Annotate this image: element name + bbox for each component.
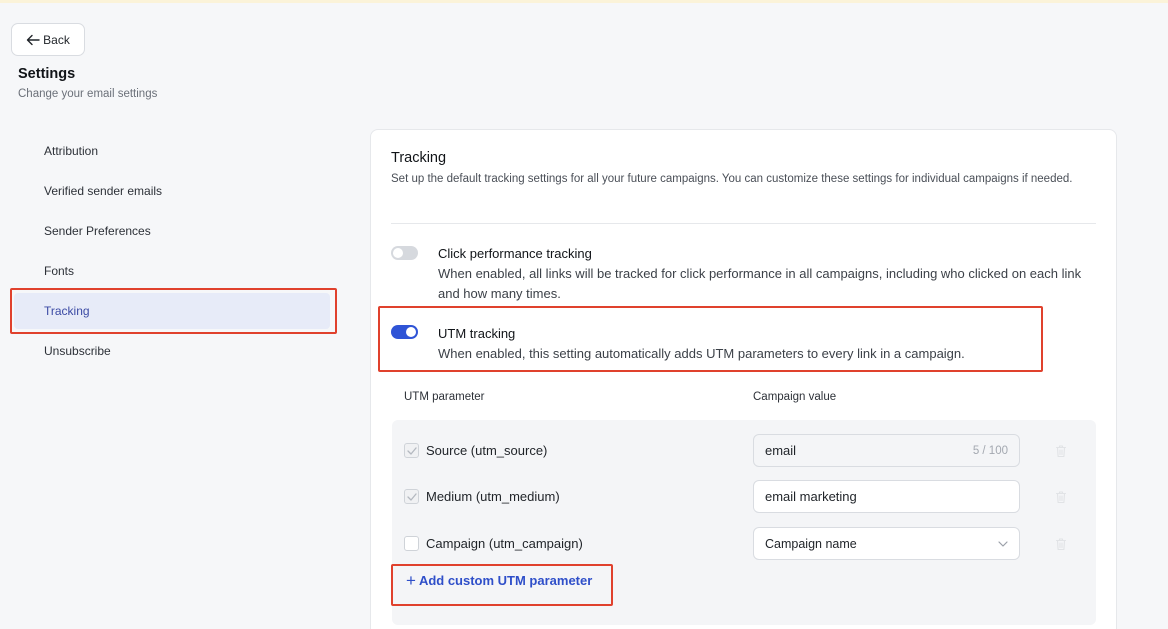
utm-medium-value-input[interactable]: email marketing	[753, 480, 1020, 513]
back-button[interactable]: Back	[11, 23, 85, 56]
character-counter: 5 / 100	[972, 444, 1008, 457]
sidebar-item-attribution[interactable]: Attribution	[14, 133, 330, 169]
add-custom-utm-parameter-label: Add custom UTM parameter	[418, 573, 593, 588]
section-title: Tracking	[391, 150, 447, 166]
utm-tracking-description: When enabled, this setting automatically…	[438, 346, 965, 361]
sidebar-item-label: Tracking	[44, 304, 90, 318]
utm-tracking-title: UTM tracking	[438, 326, 516, 341]
back-button-label: Back	[43, 32, 70, 47]
click-tracking-description: When enabled, all links will be tracked …	[438, 266, 1082, 301]
trash-icon[interactable]	[1053, 489, 1069, 505]
click-tracking-title: Click performance tracking	[438, 246, 592, 261]
utm-parameter-column-header: UTM parameter	[404, 391, 485, 403]
sidebar-item-label: Attribution	[44, 144, 99, 158]
sidebar-item-sender-preferences[interactable]: Sender Preferences	[14, 213, 330, 249]
sidebar-item-label: Fonts	[44, 264, 75, 278]
sidebar-item-fonts[interactable]: Fonts	[14, 253, 330, 289]
utm-campaign-value-select[interactable]: Campaign name	[753, 527, 1020, 560]
sidebar-item-tracking[interactable]: Tracking	[14, 293, 330, 329]
check-icon	[406, 492, 417, 501]
click-tracking-toggle[interactable]	[391, 246, 418, 260]
toggle-knob	[406, 327, 416, 337]
page-title: Settings	[18, 66, 76, 82]
sidebar-item-verified-sender-emails[interactable]: Verified sender emails	[14, 173, 330, 209]
toggle-knob	[393, 248, 403, 258]
utm-medium-label: Medium (utm_medium)	[426, 489, 560, 504]
sidebar-item-unsubscribe[interactable]: Unsubscribe	[14, 333, 330, 369]
chevron-down-icon	[998, 540, 1008, 547]
divider	[391, 223, 1096, 224]
sidebar-item-label: Unsubscribe	[44, 344, 111, 358]
plus-icon: +	[406, 571, 416, 590]
utm-campaign-checkbox[interactable]	[404, 536, 419, 551]
utm-tracking-toggle[interactable]	[391, 325, 418, 339]
trash-icon[interactable]	[1053, 536, 1069, 552]
utm-campaign-label: Campaign (utm_campaign)	[426, 536, 583, 551]
utm-source-value-input[interactable]: email 5 / 100	[753, 434, 1020, 467]
check-icon	[406, 446, 417, 455]
utm-medium-checkbox[interactable]	[404, 489, 419, 504]
trash-icon[interactable]	[1053, 443, 1069, 459]
arrow-left-icon	[26, 34, 40, 45]
top-banner-strip	[0, 0, 1168, 3]
add-custom-utm-parameter-button[interactable]: + Add custom UTM parameter	[406, 571, 593, 590]
page-subtitle: Change your email settings	[18, 88, 158, 100]
sidebar-item-label: Sender Preferences	[44, 224, 151, 238]
utm-source-checkbox[interactable]	[404, 443, 419, 458]
utm-source-label: Source (utm_source)	[426, 443, 548, 458]
utm-source-value: email	[765, 443, 797, 458]
section-description: Set up the default tracking settings for…	[391, 173, 1073, 185]
utm-campaign-value: Campaign name	[765, 536, 857, 551]
campaign-value-column-header: Campaign value	[753, 391, 837, 403]
utm-medium-value: email marketing	[765, 489, 857, 504]
sidebar-item-label: Verified sender emails	[44, 184, 163, 198]
